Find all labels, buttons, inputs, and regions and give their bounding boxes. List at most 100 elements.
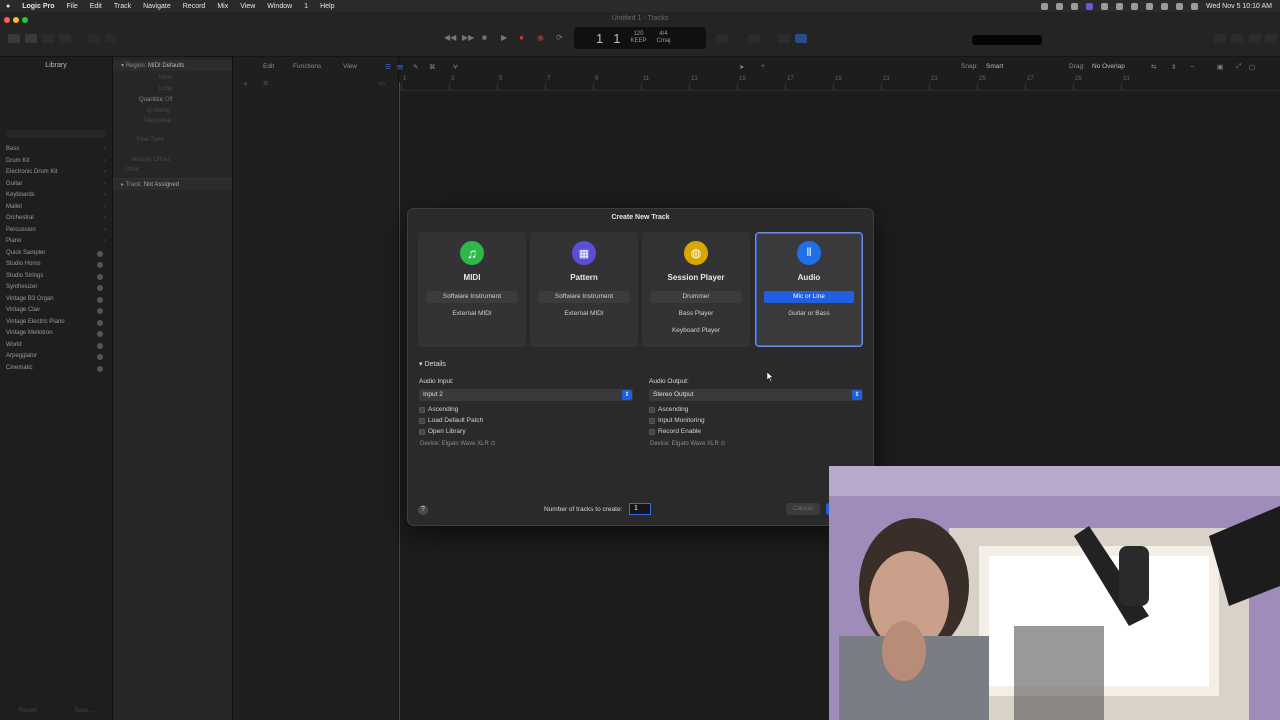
control-center-icon[interactable]: [1190, 2, 1198, 10]
quantize-row[interactable]: Quantize Off: [139, 97, 173, 103]
toolbar-toggle-icon[interactable]: [59, 34, 71, 43]
quantize-value[interactable]: Off: [165, 97, 173, 103]
quick-help-icon[interactable]: [42, 34, 54, 43]
fine-tune-row[interactable]: Fine Tune:: [137, 137, 165, 143]
download-icon[interactable]: [97, 250, 103, 257]
midi-software-instrument-option[interactable]: Software Instrument: [427, 291, 517, 303]
zoom-horizontal-icon[interactable]: ⇔: [1189, 63, 1196, 70]
settings-icon[interactable]: ▢: [1249, 63, 1255, 71]
qswing-row[interactable]: Q-Swing: [147, 108, 170, 114]
library-item[interactable]: Cinematic: [0, 363, 112, 375]
menu-help[interactable]: Help: [314, 3, 340, 10]
library-item[interactable]: Bass ›: [0, 144, 112, 156]
timeline-ruler[interactable]: 1 3 5 7 9 11 13 15 17 19 21 23 25 27 29 31: [399, 74, 1280, 91]
keyboard-player-option[interactable]: Keyboard Player: [651, 325, 741, 337]
capture-record-icon[interactable]: ◉: [537, 33, 544, 42]
loop-browser-icon[interactable]: [1249, 34, 1261, 43]
audio-output-select[interactable]: Stereo Output ⇕: [649, 389, 863, 401]
download-icon[interactable]: [97, 354, 103, 360]
functions-menu[interactable]: Functions: [293, 63, 321, 70]
library-item[interactable]: Keyboards ›: [0, 190, 112, 202]
record-enable-checkbox[interactable]: Record Enable: [649, 428, 701, 435]
library-item[interactable]: Piano ›: [0, 236, 112, 248]
cycle-icon[interactable]: ⟳: [556, 33, 563, 42]
library-item[interactable]: Orchestral ›: [0, 213, 112, 225]
refresh-icon[interactable]: [1100, 2, 1108, 10]
mixer-icon[interactable]: [105, 34, 117, 43]
mic-or-line-option[interactable]: Mic or Line: [764, 291, 854, 303]
snap-select[interactable]: Smart: [986, 63, 1003, 70]
library-item[interactable]: Electronic Drum Kit ›: [0, 167, 112, 179]
menu-mix[interactable]: Mix: [211, 3, 234, 10]
audio-input-select[interactable]: Input 2 ⇕: [419, 389, 633, 401]
download-icon[interactable]: [97, 296, 103, 303]
download-icon[interactable]: [97, 285, 103, 291]
revert-button[interactable]: Revert: [19, 708, 37, 714]
download-icon[interactable]: [97, 319, 103, 326]
menu-edit[interactable]: Edit: [84, 3, 108, 10]
details-disclosure[interactable]: ▾ Details: [419, 360, 446, 368]
bolt-icon[interactable]: [1070, 2, 1078, 10]
stop-icon[interactable]: ■: [482, 33, 487, 42]
transpose-row[interactable]: Transpose:: [143, 118, 173, 124]
session-player-card[interactable]: ◍ Session Player Drummer Bass Player Key…: [642, 232, 750, 347]
playhead[interactable]: [399, 82, 400, 720]
loop-row[interactable]: Loop:: [159, 86, 174, 92]
save-button[interactable]: Save...: [74, 708, 93, 714]
velocity-offset-row[interactable]: Velocity Offset:: [131, 157, 171, 163]
plus-tool-icon[interactable]: +: [761, 63, 765, 70]
play-icon[interactable]: ▶: [501, 33, 507, 42]
mute-row[interactable]: Mute:: [159, 75, 174, 81]
battery-icon[interactable]: [1145, 2, 1153, 10]
library-item[interactable]: Guitar ›: [0, 179, 112, 191]
open-library-checkbox[interactable]: Open Library: [419, 428, 466, 435]
pattern-software-instrument-option[interactable]: Software Instrument: [539, 291, 629, 303]
cancel-button[interactable]: Cancel: [786, 503, 820, 515]
list-view-icon[interactable]: ☰: [385, 63, 391, 71]
clock[interactable]: Wed Nov 5 10:10 AM: [1206, 3, 1272, 10]
fast-forward-icon[interactable]: ▶▶: [462, 33, 474, 42]
library-item[interactable]: Drum Kit ›: [0, 156, 112, 168]
zoom-fit-icon[interactable]: ⤢: [1236, 63, 1241, 71]
metronome-icon[interactable]: [748, 34, 760, 43]
menu-navigate[interactable]: Navigate: [137, 3, 177, 10]
master-volume-icon[interactable]: [795, 34, 807, 43]
guitar-or-bass-option[interactable]: Guitar or Bass: [764, 308, 854, 320]
add-track-icon[interactable]: +: [243, 79, 248, 89]
volume-icon[interactable]: [1130, 2, 1138, 10]
catch-icon[interactable]: ▣: [1217, 63, 1223, 71]
library-item[interactable]: Percussion ›: [0, 225, 112, 237]
download-icon[interactable]: [97, 308, 103, 314]
lcd-display[interactable]: 1 1 120 KEEP 4/4 Cmaj: [574, 27, 706, 49]
library-search-input[interactable]: [6, 130, 106, 138]
duplicate-track-icon[interactable]: ⊕: [263, 79, 268, 87]
menu-record[interactable]: Record: [177, 3, 212, 10]
info-icon[interactable]: ⊙: [720, 441, 725, 447]
list-editors-icon[interactable]: [1214, 34, 1226, 43]
ascending-output-checkbox[interactable]: Ascending: [649, 406, 688, 413]
library-item[interactable]: Vintage Electric Piano: [0, 317, 112, 329]
apple-icon[interactable]: ●: [0, 3, 16, 10]
menu-window[interactable]: Window: [261, 3, 298, 10]
library-item[interactable]: World: [0, 340, 112, 352]
download-icon[interactable]: [97, 365, 103, 372]
library-toggle-icon[interactable]: [8, 34, 20, 43]
library-item[interactable]: Synthesizer: [0, 282, 112, 294]
library-item[interactable]: Studio Horns: [0, 259, 112, 271]
download-icon[interactable]: [97, 342, 103, 349]
library-item[interactable]: Mallet ›: [0, 202, 112, 214]
waveform-zoom-icon[interactable]: ⇆: [1151, 63, 1156, 71]
library-item[interactable]: Vintage Clav: [0, 305, 112, 317]
num-tracks-input[interactable]: 1: [629, 503, 651, 515]
more-row[interactable]: More: [125, 167, 139, 173]
view-menu[interactable]: View: [343, 63, 357, 70]
input-monitoring-checkbox[interactable]: Input Monitoring: [649, 417, 705, 424]
status-icon[interactable]: [1040, 2, 1048, 10]
info-icon[interactable]: ⊙: [490, 441, 495, 447]
help-button[interactable]: ?: [418, 505, 428, 515]
download-icon[interactable]: [97, 273, 103, 280]
tuner-icon[interactable]: [778, 34, 790, 43]
notes-icon[interactable]: [1231, 34, 1243, 43]
pencil-tool-icon[interactable]: ✎: [413, 63, 418, 71]
tuning-fork-icon[interactable]: ⵖ: [453, 63, 458, 71]
